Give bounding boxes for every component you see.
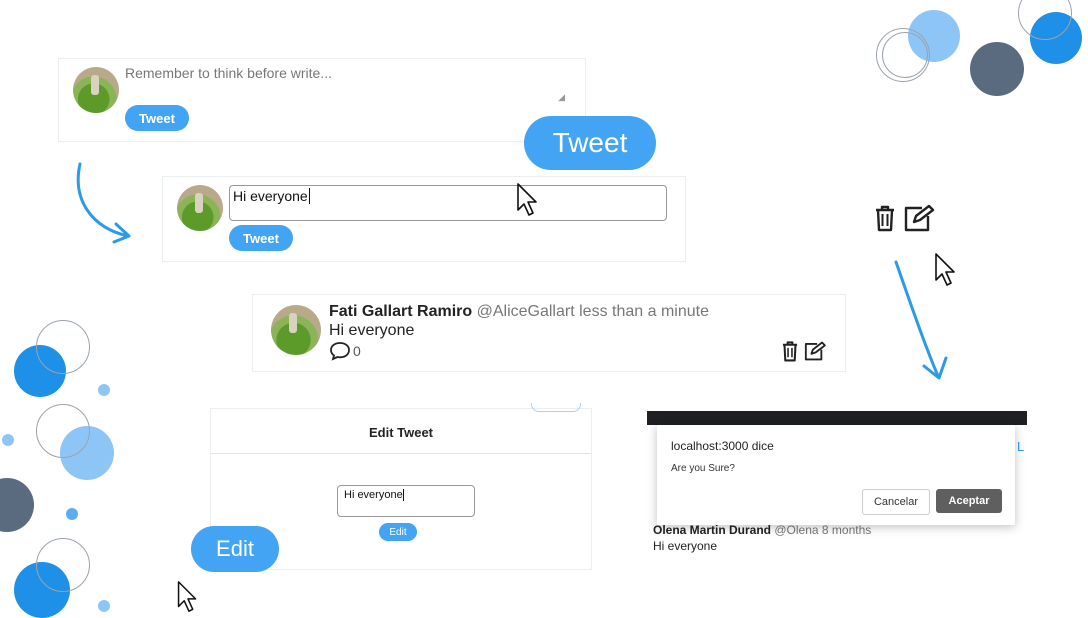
trash-icon[interactable] [874,204,896,232]
decor-dot [98,600,110,612]
cursor-icon [177,581,197,612]
resize-handle-icon: ◢ [558,92,565,102]
edit-textarea[interactable]: Hi everyone [337,485,475,517]
background-tweet-author: Olena Martin Durand [653,523,772,537]
tweet-time: less than a minute [579,303,709,320]
tweet-button[interactable]: Tweet [125,105,189,131]
decor-dot [98,384,110,396]
dialog-message: Are you Sure? [671,463,735,474]
comment-icon [330,342,350,361]
decor-ring [882,32,928,78]
arrow-icon [894,260,948,380]
decor-circle-dark [0,478,34,532]
modal-top-button-edge [531,403,581,412]
textarea-value: Hi everyone [233,188,308,204]
cursor-icon [517,183,537,216]
edit-icon[interactable] [803,340,827,362]
confirm-dialog: localhost:3000 dice Are you Sure? Cancel… [657,425,1015,525]
tweet-card: Fati Gallart Ramiro @AliceGallart less t… [252,294,846,372]
background-tweet-handle: @Olena [774,523,819,537]
textarea-placeholder: Remember to think before write... [125,65,332,81]
tweet-handle[interactable]: @AliceGallart [477,303,575,320]
edit-textarea-value: Hi everyone [344,489,403,501]
tweet-button[interactable]: Tweet [229,225,293,251]
background-tab-edge: L [1017,439,1025,454]
tweet-author[interactable]: Fati Gallart Ramiro [329,303,472,320]
arrow-icon [76,162,131,244]
avatar [73,67,119,113]
decor-dot [2,434,14,446]
edit-button[interactable]: Edit [379,523,417,541]
tweet-composer-filled: Hi everyone Tweet [162,176,686,262]
decor-ring [36,538,90,592]
tweet-text: Hi everyone [329,322,415,339]
modal-divider [211,453,591,454]
comment-count: 0 [353,343,361,359]
avatar [271,305,321,355]
tweet-button-highlight[interactable]: Tweet [524,116,656,170]
modal-title: Edit Tweet [368,425,434,440]
avatar [177,185,223,231]
decor-dot [66,508,78,520]
edit-icon[interactable] [902,204,936,232]
decor-ring [36,404,90,458]
comment-button[interactable]: 0 [329,341,361,361]
browser-top-bar [647,411,1027,425]
cancel-button[interactable]: Cancelar [862,489,930,515]
decor-circle-dark [970,42,1024,96]
background-tweet-text: Hi everyone [653,539,718,553]
background-tweet-time: 8 months [821,523,872,537]
tweet-textarea[interactable]: Hi everyone [229,185,667,221]
dialog-title: localhost:3000 dice [671,439,774,453]
tweet-textarea[interactable]: Remember to think before write... ◢ [125,65,565,103]
trash-icon[interactable] [781,340,799,362]
accept-button[interactable]: Aceptar [936,489,1002,513]
tweet-composer-empty: Remember to think before write... ◢ Twee… [58,58,586,142]
edit-button-highlight[interactable]: Edit [191,526,279,572]
tweet-header: Fati Gallart Ramiro @AliceGallart less t… [329,303,709,321]
decor-ring [36,320,90,374]
background-tweet-header: Olena Martin Durand @Olena 8 months [653,523,871,537]
